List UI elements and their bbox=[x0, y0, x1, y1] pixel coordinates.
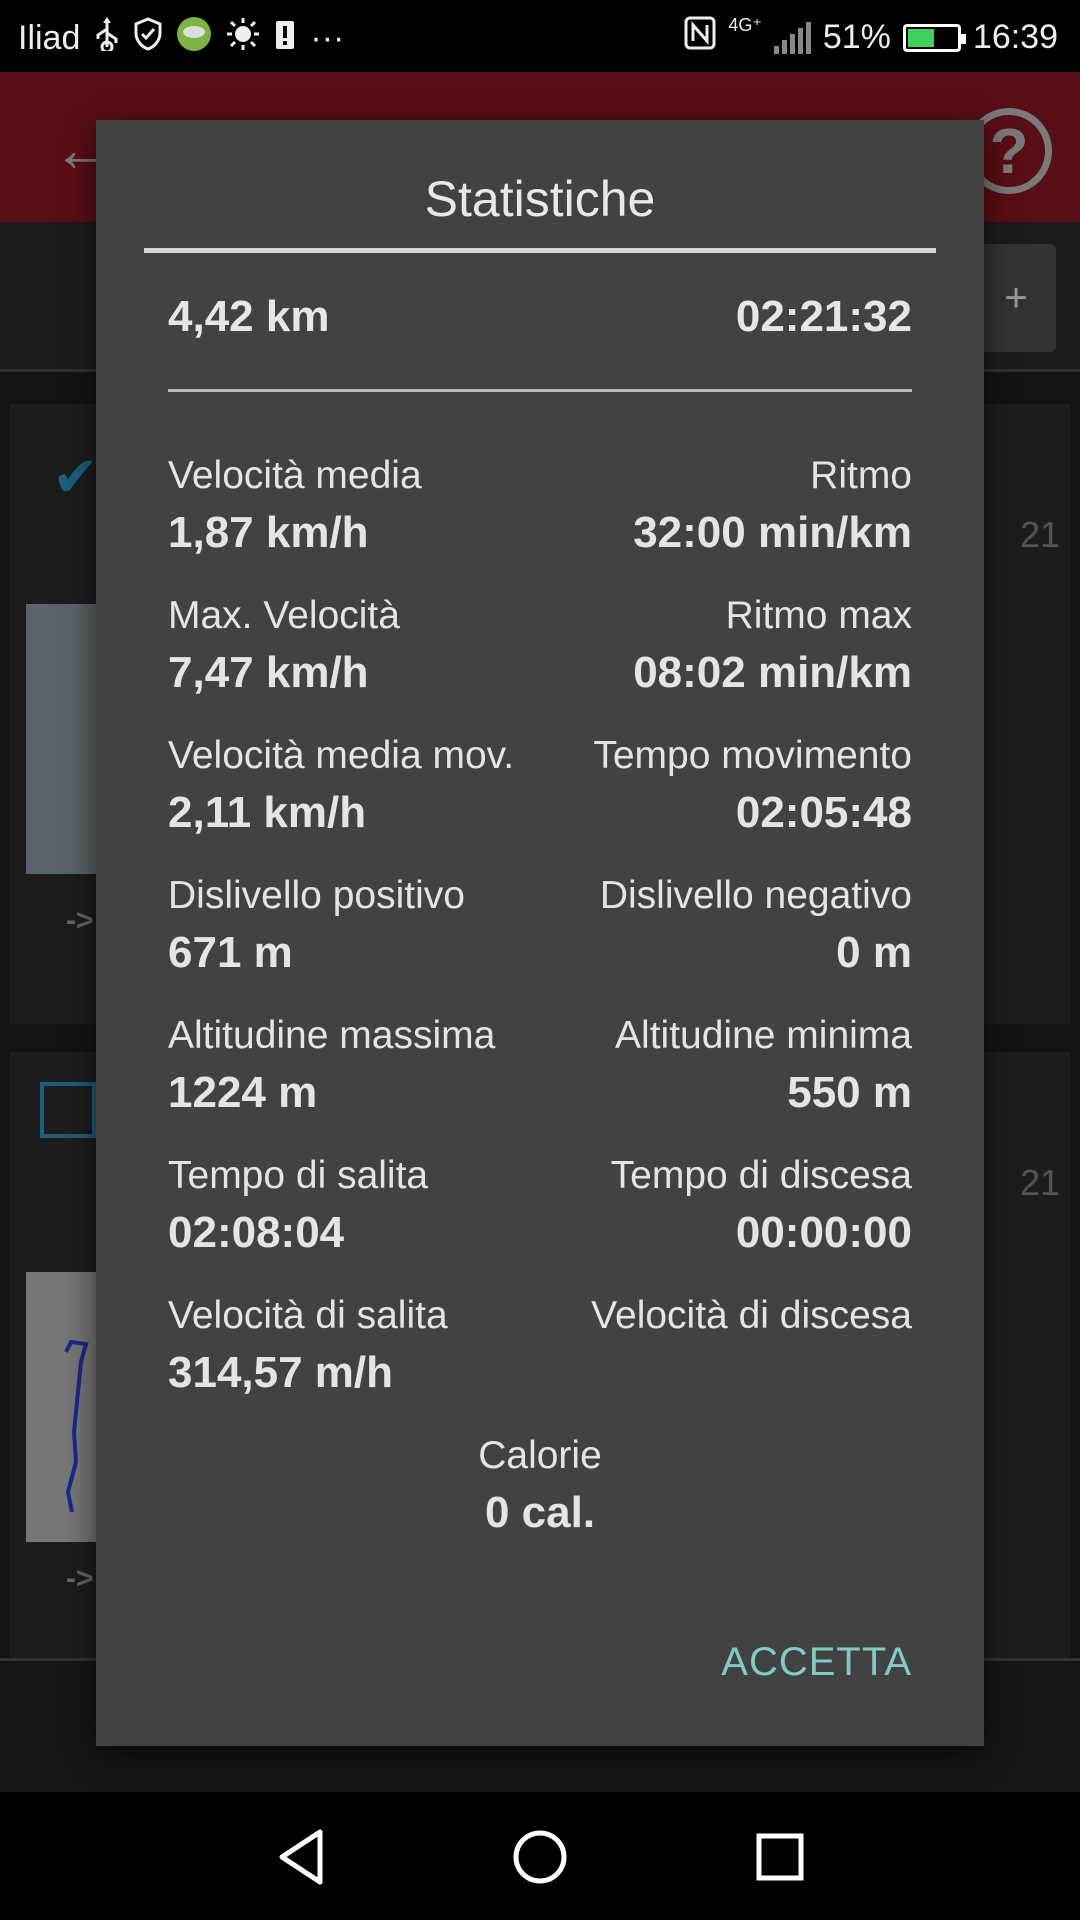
stat-label: Altitudine massima bbox=[168, 1014, 496, 1057]
stat-value: 32:00 min/km bbox=[633, 508, 912, 557]
checkbox bbox=[40, 1082, 96, 1138]
stat-value: 02:08:04 bbox=[168, 1208, 345, 1257]
stat-cell: Tempo di salita 02:08:04 bbox=[168, 1150, 428, 1264]
card-arrow: -> bbox=[66, 904, 94, 937]
accept-button[interactable]: ACCETTA bbox=[721, 1640, 912, 1685]
stat-row: Velocità di salita 314,57 m/h Velocità d… bbox=[168, 1290, 912, 1430]
total-duration: 02:21:32 bbox=[735, 292, 912, 341]
recent-apps-icon[interactable] bbox=[745, 1822, 815, 1892]
network-type: 4G⁺ bbox=[728, 15, 762, 35]
signal-icon bbox=[773, 21, 811, 54]
battery-percent: 51% bbox=[822, 18, 891, 56]
stat-cell: Velocità media mov. 2,11 km/h bbox=[168, 730, 514, 844]
stat-row: Velocità media mov. 2,11 km/h Tempo movi… bbox=[168, 730, 912, 870]
checkmark-icon: ✔ bbox=[52, 445, 99, 508]
dialog-title: Statistiche bbox=[424, 171, 656, 227]
home-icon[interactable] bbox=[505, 1822, 575, 1892]
status-bar-left: Iliad ··· bbox=[18, 16, 344, 61]
total-distance: 4,42 km bbox=[168, 292, 330, 341]
summary-divider bbox=[168, 389, 912, 392]
stat-cell: Ritmo max 08:02 min/km bbox=[633, 590, 912, 704]
status-bar-right: 4G⁺ 51% 16:39 bbox=[684, 16, 1058, 59]
stat-cell: Tempo di discesa 00:00:00 bbox=[611, 1150, 912, 1264]
stat-cell: Ritmo 32:00 min/km bbox=[633, 450, 912, 564]
stat-value: 314,57 m/h bbox=[168, 1348, 394, 1397]
stat-cell: Dislivello positivo 671 m bbox=[168, 870, 465, 984]
calories-row: Calorie 0 cal. bbox=[168, 1430, 912, 1530]
stat-row: Altitudine massima 1224 m Altitudine min… bbox=[168, 1010, 912, 1150]
cloud-app-icon bbox=[176, 16, 212, 61]
stat-cell: Altitudine minima 550 m bbox=[615, 1010, 912, 1124]
stat-cell: Dislivello negativo 0 m bbox=[600, 870, 912, 984]
stat-value: 02:05:48 bbox=[735, 788, 912, 837]
stat-row: Tempo di salita 02:08:04 Tempo di disces… bbox=[168, 1150, 912, 1290]
stat-label: Velocità di salita bbox=[168, 1294, 448, 1337]
stat-label: Tempo di salita bbox=[168, 1154, 429, 1197]
card-arrow: -> bbox=[66, 1562, 94, 1595]
stat-value: 550 m bbox=[787, 1068, 912, 1117]
stat-label: Ritmo max bbox=[725, 594, 912, 637]
stat-cell: Altitudine massima 1224 m bbox=[168, 1010, 495, 1124]
stat-cell: Velocità di salita 314,57 m/h bbox=[168, 1290, 448, 1404]
stat-value: 0 m bbox=[836, 928, 912, 977]
stat-value: 00:00:00 bbox=[735, 1208, 912, 1257]
stat-label: Tempo di discesa bbox=[610, 1154, 912, 1197]
more-notifications: ··· bbox=[310, 19, 345, 57]
stat-label: Velocità media bbox=[168, 454, 422, 497]
stat-label: Dislivello negativo bbox=[599, 874, 912, 917]
stat-value: 2,11 km/h bbox=[168, 788, 367, 837]
carrier-name: Iliad bbox=[18, 19, 81, 57]
navigation-bar bbox=[0, 1792, 1080, 1920]
stat-cell: Tempo movimento 02:05:48 bbox=[593, 730, 912, 844]
shield-icon bbox=[134, 17, 162, 60]
back-icon[interactable] bbox=[266, 1822, 336, 1892]
status-bar: Iliad ··· 4G⁺ 51% 16:39 bbox=[0, 0, 1080, 72]
stat-label: Altitudine minima bbox=[615, 1014, 912, 1057]
stat-row: Dislivello positivo 671 m Dislivello neg… bbox=[168, 870, 912, 1010]
stat-value: 08:02 min/km bbox=[633, 648, 912, 697]
calories-label: Calorie bbox=[478, 1434, 602, 1477]
title-divider bbox=[144, 248, 936, 253]
calories-value: 0 cal. bbox=[484, 1488, 596, 1530]
stat-value: 7,47 km/h bbox=[168, 648, 369, 697]
stat-label: Max. Velocità bbox=[168, 594, 400, 637]
stat-cell: Velocità di discesa bbox=[591, 1290, 912, 1342]
stat-label: Ritmo bbox=[810, 454, 912, 497]
stat-cell: Velocità media 1,87 km/h bbox=[168, 450, 422, 564]
card-date: 21 bbox=[1019, 1162, 1060, 1203]
stat-value: 671 m bbox=[168, 928, 293, 977]
stat-cell: Max. Velocità 7,47 km/h bbox=[168, 590, 400, 704]
stat-label: Velocità media mov. bbox=[168, 734, 515, 777]
stat-label: Velocità di discesa bbox=[591, 1294, 912, 1337]
add-icon: + bbox=[976, 244, 1056, 352]
brightness-icon bbox=[226, 17, 260, 60]
stat-value: 1224 m bbox=[168, 1068, 318, 1117]
stat-value: 1,87 km/h bbox=[168, 508, 369, 557]
nfc-icon bbox=[684, 16, 716, 59]
stat-row: Velocità media 1,87 km/h Ritmo 32:00 min… bbox=[168, 450, 912, 590]
sim-alert-icon bbox=[274, 17, 296, 60]
usb-icon bbox=[94, 17, 120, 60]
summary-row: 4,42 km 02:21:32 bbox=[168, 292, 912, 352]
clock: 16:39 bbox=[972, 18, 1058, 56]
stat-label: Dislivello positivo bbox=[168, 874, 465, 917]
stats-scroll-area[interactable]: Velocità media 1,87 km/h Ritmo 32:00 min… bbox=[168, 450, 912, 1530]
stat-label: Tempo movimento bbox=[593, 734, 912, 777]
statistics-dialog: Statistiche 4,42 km 02:21:32 Velocità me… bbox=[96, 120, 984, 1746]
stat-row: Max. Velocità 7,47 km/h Ritmo max 08:02 … bbox=[168, 590, 912, 730]
battery-charging-icon bbox=[902, 23, 966, 52]
card-date: 21 bbox=[1019, 514, 1060, 555]
